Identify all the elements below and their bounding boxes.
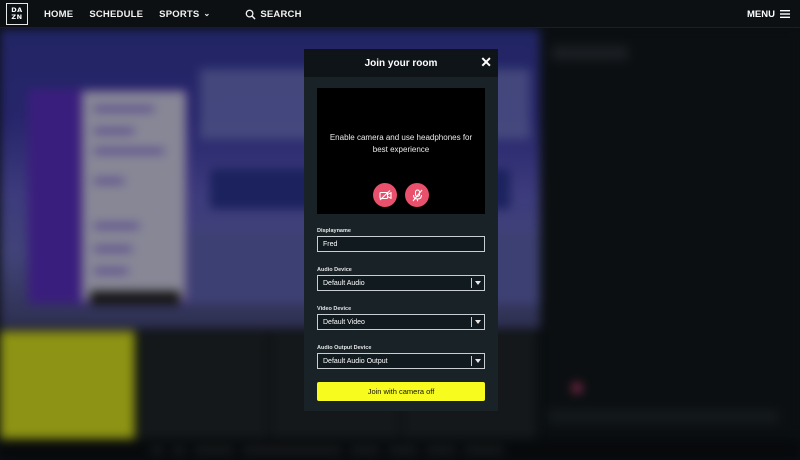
camera-preview: Enable camera and use headphones for bes…	[317, 88, 485, 214]
dialog-title: Join your room	[364, 57, 438, 69]
video-device-select[interactable]: Default Video	[317, 314, 485, 330]
top-nav-bar: DA ZN HOME SCHEDULE SPORTS ⌄ SEARCH MENU	[0, 0, 800, 28]
hamburger-icon	[780, 10, 790, 18]
dazn-logo[interactable]: DA ZN	[6, 3, 28, 25]
chevron-down-icon	[475, 320, 481, 324]
join-with-camera-off-button[interactable]: Join with camera off	[317, 382, 485, 401]
video-device-label: Video Device	[317, 306, 352, 312]
video-device-value: Default Video	[323, 318, 365, 326]
search-label: SEARCH	[260, 8, 302, 20]
logo-text-bottom: ZN	[11, 13, 23, 21]
select-divider	[471, 317, 472, 327]
audio-output-value: Default Audio Output	[323, 357, 388, 365]
nav-home[interactable]: HOME	[44, 9, 73, 20]
chevron-down-icon: ⌄	[203, 8, 211, 18]
camera-toggle-button[interactable]	[373, 183, 397, 207]
dialog-header: Join your room ✕	[304, 49, 498, 77]
search-icon	[245, 9, 256, 20]
chevron-down-icon	[475, 281, 481, 285]
close-icon[interactable]: ✕	[480, 54, 492, 70]
mic-toggle-button[interactable]	[405, 183, 429, 207]
audio-device-value: Default Audio	[323, 279, 365, 287]
nav-schedule[interactable]: SCHEDULE	[89, 9, 143, 20]
camera-off-icon	[378, 189, 392, 200]
main-nav: HOME SCHEDULE SPORTS ⌄ SEARCH	[44, 0, 302, 28]
nav-search[interactable]: SEARCH	[245, 9, 301, 20]
mic-off-icon	[412, 188, 422, 201]
audio-device-label: Audio Device	[317, 267, 352, 273]
join-room-dialog: Join your room ✕ Enable camera and use h…	[304, 49, 498, 411]
audio-output-label: Audio Output Device	[317, 345, 372, 351]
preview-message: Enable camera and use headphones for bes…	[329, 133, 473, 154]
nav-sports-label: SPORTS	[159, 8, 200, 20]
displayname-field[interactable]: Fred	[317, 236, 485, 252]
displayname-label: Displayname	[317, 228, 351, 234]
select-divider	[471, 278, 472, 288]
chevron-down-icon	[475, 359, 481, 363]
select-divider	[471, 356, 472, 366]
audio-device-select[interactable]: Default Audio	[317, 275, 485, 291]
nav-sports[interactable]: SPORTS ⌄	[159, 9, 210, 20]
audio-output-select[interactable]: Default Audio Output	[317, 353, 485, 369]
menu-label: MENU	[747, 8, 775, 20]
menu-button[interactable]: MENU	[747, 0, 790, 28]
